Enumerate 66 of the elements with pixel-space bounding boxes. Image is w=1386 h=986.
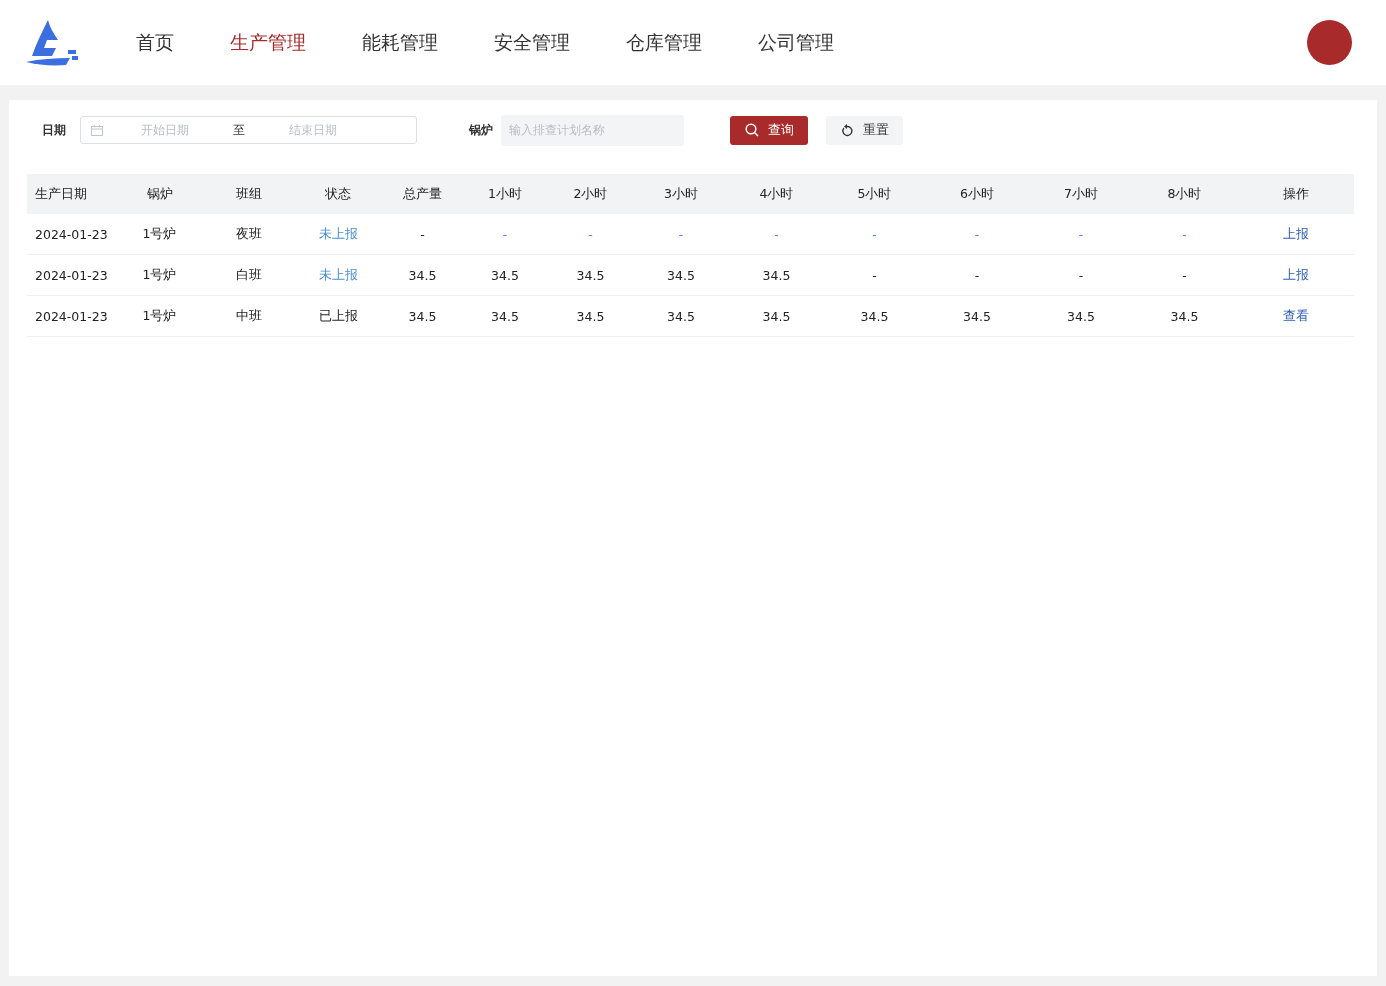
table-cell: 夜班	[236, 225, 262, 241]
start-date-input[interactable]: 开始日期	[103, 122, 227, 138]
table-cell: 34.5	[576, 267, 605, 283]
boiler-label: 锅炉	[469, 121, 493, 139]
table-cell: 中班	[236, 307, 262, 323]
status-link[interactable]: 未上报	[318, 266, 358, 282]
table-cell: -	[974, 267, 980, 283]
table-cell: 2024-01-23	[35, 226, 108, 242]
table-cell: 34.5	[1170, 308, 1199, 324]
table-cell: 34.5	[576, 308, 605, 324]
column-header: 6小时	[959, 185, 995, 203]
nav-item[interactable]: 能耗管理	[362, 29, 438, 56]
nav-item[interactable]: 公司管理	[758, 29, 834, 56]
table-cell: 34.5	[408, 267, 437, 283]
table-cell: 1号炉	[142, 307, 177, 323]
date-label: 日期	[42, 121, 66, 139]
action-link[interactable]: 上报	[1282, 225, 1309, 241]
reset-icon	[840, 123, 853, 137]
column-header: 4小时	[758, 185, 795, 203]
column-header: 2小时	[572, 185, 609, 203]
reset-button[interactable]: 重置	[826, 115, 903, 145]
table-cell: 1号炉	[142, 266, 177, 282]
table-cell: 34.5	[408, 308, 437, 324]
table-cell: -	[420, 226, 425, 242]
column-header: 7小时	[1063, 185, 1099, 203]
table-cell: -	[872, 267, 877, 283]
table-cell: 34.5	[667, 308, 695, 324]
column-header: 操作	[1281, 185, 1310, 203]
column-header: 状态	[324, 185, 352, 203]
column-header: 8小时	[1166, 185, 1203, 203]
table-cell: 34.5	[963, 308, 991, 324]
column-header: 锅炉	[145, 185, 174, 203]
column-header: 3小时	[663, 185, 699, 203]
end-date-input[interactable]: 结束日期	[251, 122, 375, 138]
nav-item[interactable]: 生产管理	[230, 29, 306, 56]
range-separator: 至	[232, 121, 246, 139]
table-cell: 1号炉	[142, 225, 177, 241]
status-link[interactable]: 未上报	[318, 225, 358, 241]
table-cell: 34.5	[667, 267, 695, 283]
column-header: 1小时	[487, 185, 523, 203]
table-cell: 已上报	[318, 307, 358, 323]
table-cell: 34.5	[860, 308, 889, 324]
date-range-field[interactable]: 开始日期 至 结束日期	[80, 116, 417, 144]
table-cell: 2024-01-23	[35, 267, 108, 283]
table-cell: -	[1182, 267, 1187, 283]
table-cell: -	[1078, 267, 1084, 283]
table-cell: 34.5	[762, 267, 791, 283]
nav-item[interactable]: 首页	[136, 29, 174, 56]
action-link[interactable]: 查看	[1282, 307, 1309, 323]
table-cell: 34.5	[762, 308, 791, 324]
search-icon	[744, 123, 759, 137]
column-header: 班组	[235, 185, 263, 203]
calendar-icon	[91, 124, 103, 136]
user-avatar[interactable]	[1307, 20, 1352, 65]
table-cell: 34.5	[491, 267, 519, 283]
table-cell: 2024-01-23	[35, 308, 108, 324]
table-cell: 34.5	[491, 308, 519, 324]
table-cell: 34.5	[1067, 308, 1095, 324]
action-link[interactable]: 上报	[1282, 266, 1309, 282]
nav-item[interactable]: 仓库管理	[626, 29, 702, 56]
search-button[interactable]: 查询	[730, 115, 808, 145]
table-cell: 白班	[236, 266, 262, 282]
column-header: 生产日期	[34, 185, 88, 203]
column-header: 总产量	[402, 185, 443, 203]
column-header: 5小时	[856, 185, 893, 203]
nav-item[interactable]: 安全管理	[494, 29, 570, 56]
